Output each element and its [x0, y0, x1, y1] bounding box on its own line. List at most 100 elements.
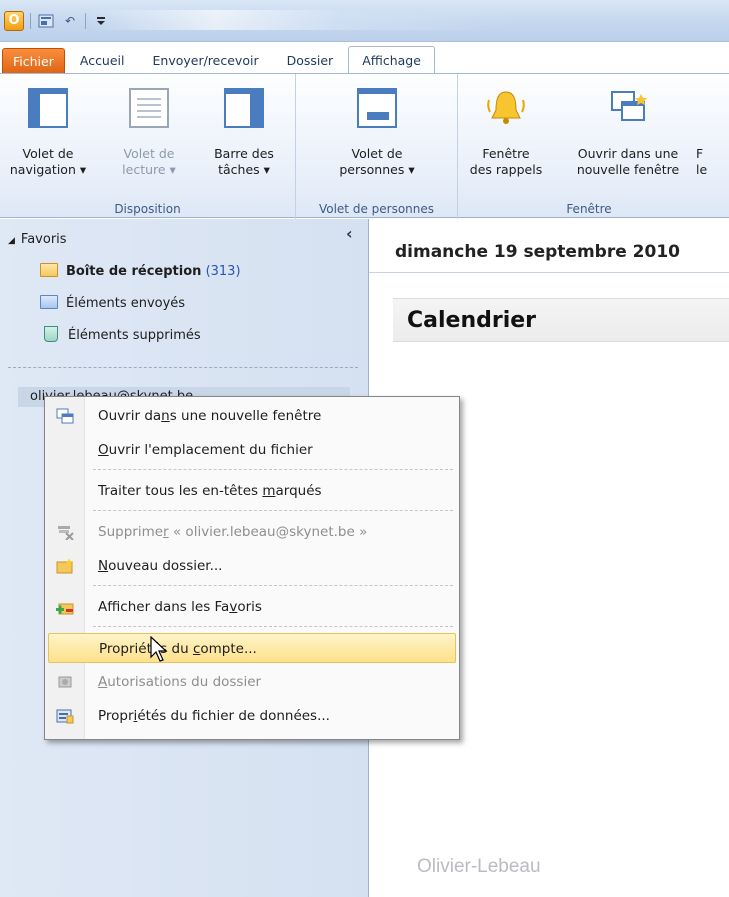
tab-dossier[interactable]: Dossier — [274, 48, 347, 74]
watermark: Olivier-Lebeau — [417, 856, 541, 877]
reading-pane-icon — [129, 88, 169, 128]
deleted-items-label: Éléments supprimés — [68, 328, 201, 343]
new-window-icon — [611, 91, 647, 121]
collapse-pane-icon[interactable]: ‹ — [346, 223, 353, 245]
favorite-inbox[interactable]: Boîte de réception (313) — [40, 261, 241, 283]
menu-separator — [93, 510, 453, 511]
truncated-ribbon-button[interactable]: F le — [696, 88, 729, 178]
new-folder-icon — [56, 558, 73, 574]
reminders-line1: Fenêtre — [482, 146, 530, 161]
menu-label-pre: Traiter tous les en-têtes — [98, 483, 263, 499]
calendar-date: dimanche 19 septembre 2010 — [369, 231, 729, 273]
menu-separator — [93, 626, 453, 627]
tab-accueil[interactable]: Accueil — [67, 48, 138, 74]
toolbar-separator — [85, 13, 86, 29]
data-file-properties-icon — [56, 709, 74, 724]
outlook-window: O ↶ Fichier Accueil Envoyer/recevoir Dos… — [0, 0, 729, 897]
menu-label-post: utorisations du dossier — [107, 674, 262, 690]
navigation-pane-button[interactable]: Volet de navigation ▾ — [4, 88, 92, 178]
context-menu: Ouvrir dans une nouvelle fenêtre Ouvrir … — [44, 396, 460, 740]
todo-bar-button[interactable]: Barre des tâches ▾ — [200, 88, 288, 178]
inbox-folder-icon — [40, 263, 58, 277]
reading-pane-line1: Volet de — [123, 146, 175, 161]
group-window: Fenêtre des rappels Ouvrir dans une nouv… — [458, 74, 729, 219]
truncated-icon-space — [696, 88, 729, 146]
menu-label-pre: Afficher dans les Fa — [98, 599, 230, 615]
menu-label-post: « olivier.lebeau@skynet.be » — [168, 524, 368, 540]
menu-label-accel: N — [98, 558, 109, 574]
menu-delete-account[interactable]: Supprimer « olivier.lebeau@skynet.be » — [48, 517, 456, 547]
menu-label-post: oris — [237, 599, 262, 615]
menu-open-new-window[interactable]: Ouvrir dans une nouvelle fenêtre — [48, 401, 456, 431]
open-new-window-line2: nouvelle fenêtre — [576, 162, 680, 177]
menu-data-file-properties[interactable]: Propriétés du fichier de données... — [48, 701, 456, 731]
outlook-app-icon[interactable]: O — [4, 11, 24, 31]
menu-label-post: arqués — [275, 483, 322, 499]
menu-open-file-location[interactable]: Ouvrir l'emplacement du fichier — [48, 435, 456, 465]
ribbon: Volet de navigation ▾ Volet de lecture ▾… — [0, 73, 729, 219]
open-new-window-line1: Ouvrir dans une — [577, 146, 679, 161]
tab-affichage[interactable]: Affichage — [348, 46, 435, 74]
nav-divider — [8, 367, 358, 368]
navigation-pane-icon — [28, 88, 68, 128]
expand-triangle-icon: ◢ — [8, 236, 15, 246]
truncated-line2: le — [696, 162, 708, 177]
navigation-pane-line2: navigation ▾ — [9, 162, 87, 177]
todo-bar-line1: Barre des — [214, 146, 274, 161]
delete-icon — [58, 526, 74, 540]
menu-label-accel: A — [98, 674, 108, 690]
favorites-header[interactable]: ◢ Favoris — [8, 229, 67, 251]
tab-fichier[interactable]: Fichier — [2, 48, 65, 74]
navigation-pane-line1: Volet de — [22, 146, 74, 161]
people-pane-line2: personnes ▾ — [339, 162, 415, 177]
people-pane-button[interactable]: Volet de personnes ▾ — [316, 88, 438, 178]
tab-envoyer-recevoir[interactable]: Envoyer/recevoir — [140, 48, 272, 74]
menu-label-post: étés du fichier de données... — [137, 708, 330, 724]
bell-icon — [487, 91, 525, 124]
menu-separator — [93, 585, 453, 586]
menu-label-pre: Propr — [98, 708, 134, 724]
todo-bar-line2: tâches ▾ — [218, 162, 270, 177]
inbox-label: Boîte de réception — [66, 264, 202, 279]
sent-items-label: Éléments envoyés — [66, 296, 186, 311]
todo-bar-icon — [224, 88, 264, 128]
ribbon-tabs: Fichier Accueil Envoyer/recevoir Dossier… — [0, 46, 729, 74]
inbox-unread-count: (313) — [205, 264, 241, 279]
menu-label-accel: O — [98, 442, 109, 458]
group-disposition: Volet de navigation ▾ Volet de lecture ▾… — [0, 74, 296, 219]
group-label-disposition: Disposition — [114, 202, 181, 216]
undo-icon[interactable]: ↶ — [61, 12, 79, 30]
menu-folder-permissions[interactable]: Autorisations du dossier — [48, 667, 456, 697]
menu-process-marked-headers[interactable]: Traiter tous les en-têtes marqués — [48, 476, 456, 506]
menu-label-accel: n — [161, 408, 170, 424]
menu-label-post: ouveau dossier... — [108, 558, 223, 574]
menu-label-accel: m — [262, 483, 276, 499]
blurred-title — [90, 10, 510, 30]
favorites-label: Favoris — [20, 232, 67, 247]
menu-show-in-favorites[interactable]: Afficher dans les Favoris — [48, 592, 456, 622]
menu-separator — [93, 469, 453, 470]
menu-label-post: uvrir l'emplacement du fichier — [108, 442, 313, 458]
favorite-deleted-items[interactable]: Éléments supprimés — [42, 325, 201, 347]
new-window-icon — [56, 408, 74, 424]
people-pane-line1: Volet de — [351, 146, 403, 161]
add-favorite-icon — [56, 603, 74, 615]
reminders-window-button[interactable]: Fenêtre des rappels — [464, 88, 548, 178]
group-label-window: Fenêtre — [566, 202, 612, 216]
reading-pane-button[interactable]: Volet de lecture ▾ — [96, 88, 202, 178]
reading-pane-line2: lecture ▾ — [122, 162, 176, 177]
deleted-items-icon — [44, 326, 58, 342]
menu-account-properties[interactable]: Propriétés du compte... — [48, 633, 456, 663]
open-new-window-button[interactable]: Ouvrir dans une nouvelle fenêtre — [566, 88, 690, 178]
menu-label-post: ompte... — [200, 641, 257, 657]
menu-new-folder[interactable]: Nouveau dossier... — [48, 551, 456, 581]
permissions-icon — [58, 676, 72, 688]
sent-folder-icon — [40, 295, 58, 309]
group-people-pane: Volet de personnes ▾ Volet de personnes — [296, 74, 458, 219]
favorite-sent-items[interactable]: Éléments envoyés — [40, 293, 185, 315]
menu-label-post: s une nouvelle fenêtre — [169, 408, 322, 424]
send-receive-icon[interactable] — [37, 12, 55, 30]
menu-label-pre: Ouvrir da — [98, 408, 162, 424]
toolbar-separator — [30, 13, 31, 29]
menu-label-pre: Supprime — [98, 524, 164, 540]
